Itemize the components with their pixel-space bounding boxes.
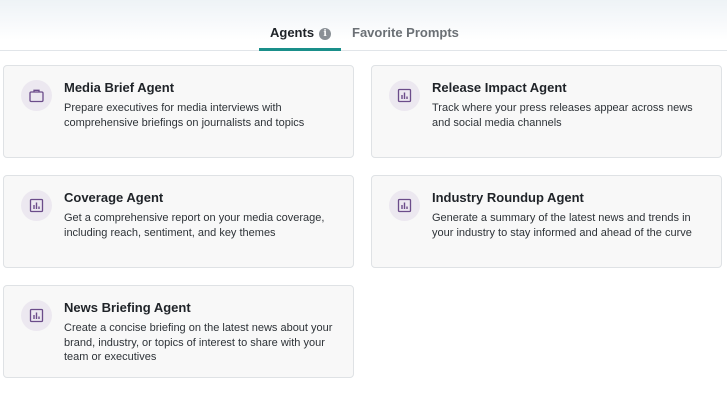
agent-card-industry-roundup[interactable]: Industry Roundup Agent Generate a summar… [371,175,722,268]
agents-page: Agents i Favorite Prompts Media Brief Age… [0,0,727,397]
tab-agents-label: Agents [270,25,315,40]
card-title: News Briefing Agent [64,300,191,315]
card-description: Generate a summary of the latest news an… [432,212,692,239]
agent-card-coverage[interactable]: Coverage Agent Get a comprehensive repor… [3,175,354,268]
card-title: Industry Roundup Agent [432,190,584,205]
card-description: Prepare executives for media interviews … [64,102,305,129]
card-title: Media Brief Agent [64,80,175,95]
card-title: Release Impact Agent [432,80,567,95]
agent-card-media-brief[interactable]: Media Brief Agent Prepare executives for… [3,65,354,158]
bar-chart-icon [21,190,52,221]
briefcase-icon [21,80,52,111]
card-description: Create a concise briefing on the latest … [64,322,333,363]
bar-chart-icon [389,190,420,221]
agent-card-release-impact[interactable]: Release Impact Agent Track where your pr… [371,65,722,158]
card-description: Get a comprehensive report on your media… [64,212,325,239]
tab-bar: Agents i Favorite Prompts [0,0,727,51]
tab-favorite-prompts[interactable]: Favorite Prompts [352,24,459,51]
agent-card-news-briefing[interactable]: News Briefing Agent Create a concise bri… [3,285,354,378]
info-icon[interactable]: i [319,28,332,40]
tab-favorite-prompts-label: Favorite Prompts [352,25,459,40]
bar-chart-icon [389,80,420,111]
tab-agents[interactable]: Agents i [259,24,341,51]
bar-chart-icon [21,300,52,331]
card-description: Track where your press releases appear a… [432,102,693,129]
card-title: Coverage Agent [64,190,164,205]
